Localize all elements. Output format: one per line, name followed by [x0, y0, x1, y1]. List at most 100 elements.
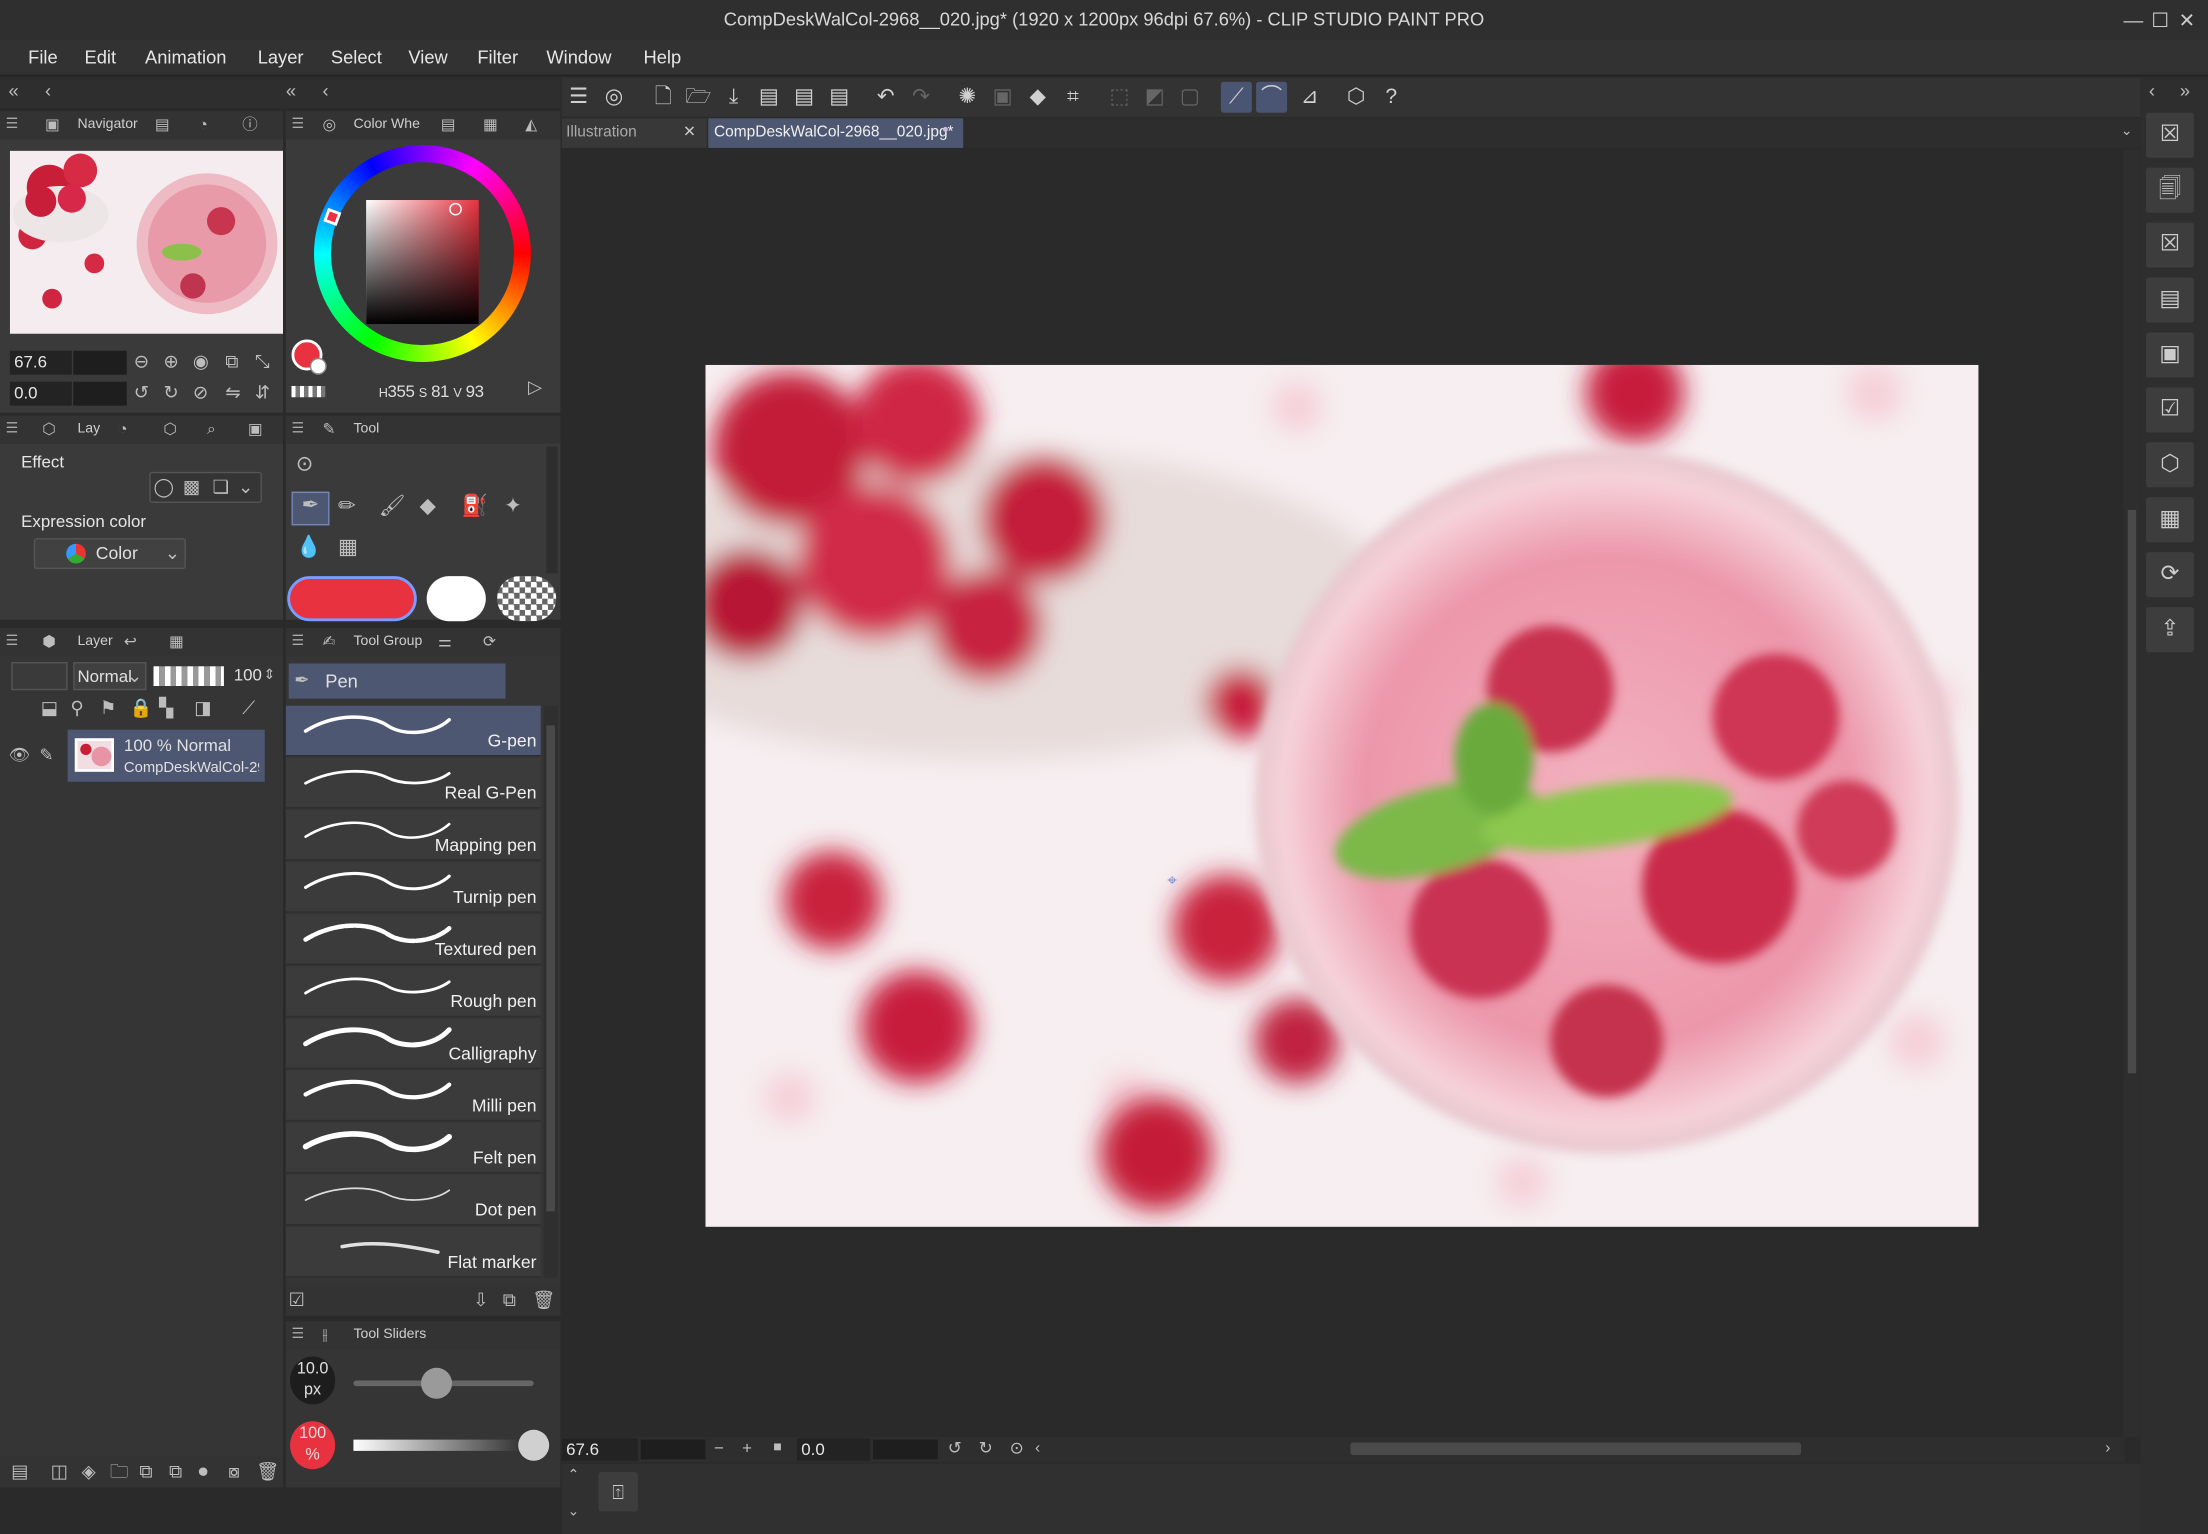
navigator-zoom-field[interactable]: 67.6 — [9, 350, 72, 375]
canvas-image[interactable] — [705, 364, 1979, 1227]
scroll-left-icon[interactable]: ‹ — [1035, 1435, 1040, 1460]
search-tab-icon[interactable]: ◔ — [199, 113, 208, 138]
sub-color-swatch[interactable] — [309, 357, 327, 375]
panel-menu-icon[interactable]: ☰ — [6, 628, 19, 656]
opacity-slider[interactable] — [153, 666, 224, 687]
panel-menu-icon[interactable]: ☰ — [6, 416, 19, 444]
merge-down-icon[interactable]: ⧉ — [139, 1459, 152, 1484]
layer-row-selected[interactable]: 100 % Normal CompDeskWalCol-296 — [67, 729, 265, 782]
pen-tool-button[interactable]: ✒ — [291, 491, 330, 526]
menu-select[interactable]: Select — [331, 46, 382, 67]
menu-window[interactable]: Window — [546, 46, 611, 67]
export-psd-icon[interactable]: ▤ — [824, 82, 855, 113]
fill-icon[interactable]: ◆ — [1022, 82, 1053, 113]
color-set-tab-icon[interactable]: ▦ — [483, 113, 498, 138]
brush-opacity-handle[interactable] — [518, 1429, 550, 1461]
clear-icon[interactable]: ▣ — [987, 82, 1018, 113]
color-wheel-tab[interactable]: Color Whe — [353, 111, 420, 139]
animation-timeline-tab-icon[interactable]: ↩ — [124, 630, 137, 655]
transparent-color-pill[interactable] — [497, 576, 557, 622]
export-icon[interactable]: ▣ — [2146, 332, 2194, 378]
sv-picker-handle[interactable] — [449, 202, 462, 216]
edit-layer-icon[interactable]: ✎ — [39, 742, 53, 767]
minimize-icon[interactable]: — — [2119, 6, 2147, 34]
actual-pixels-icon[interactable]: ■ — [773, 1435, 782, 1460]
tool-scrollbar[interactable] — [546, 446, 558, 574]
undo-icon[interactable]: ↶ — [870, 82, 901, 113]
snap-special-ruler-icon[interactable]: ⌒ — [1256, 81, 1288, 113]
selection-icon[interactable]: ▢ — [1174, 82, 1205, 113]
combine-icon[interactable]: ⧉ — [169, 1459, 182, 1484]
new-raster-layer-icon[interactable]: ◫ — [51, 1459, 68, 1484]
saturation-value-square[interactable] — [366, 200, 479, 324]
chevron-left-icon[interactable]: ‹ — [45, 79, 51, 104]
collapse-left-icon-2[interactable]: « — [286, 79, 296, 104]
brush-real-g-pen[interactable]: Real G-Pen — [285, 757, 541, 809]
tab-illustration[interactable]: Illustration ✕ — [561, 118, 707, 148]
brush-size-tab-icon[interactable]: ⟳ — [483, 630, 496, 655]
rotate-left-icon[interactable]: ↺ — [948, 1435, 962, 1460]
search-layer-tab-icon[interactable]: ⌕ — [207, 417, 216, 442]
export-png-icon[interactable]: ▤ — [789, 82, 820, 113]
ruler-icon[interactable]: ⟋ — [242, 696, 255, 721]
material-tab-icon[interactable]: ⬡ — [163, 417, 177, 442]
panel-menu-icon[interactable]: ☰ — [291, 1321, 304, 1349]
effect-dropdown-icon[interactable]: ⌄ — [238, 475, 253, 500]
menu-filter[interactable]: Filter — [477, 46, 518, 67]
layer-menu-icon[interactable]: ▤ — [11, 1459, 28, 1484]
layer-visibility[interactable]: 👁 — [8, 730, 33, 781]
status-zoom-field[interactable]: 67.6 — [561, 1438, 638, 1461]
figure-tool-icon[interactable]: ▦ — [338, 535, 358, 560]
reset-rotation-icon[interactable]: ⊘ — [193, 380, 208, 405]
airbrush-tool-icon[interactable]: ⛽ — [462, 494, 488, 519]
flip-vertical-icon[interactable]: ⇵ — [255, 380, 270, 405]
export-jpg-icon[interactable]: ▤ — [753, 82, 784, 113]
reference-layer-icon[interactable]: ⚲ — [70, 696, 83, 721]
info-tab-icon[interactable]: ⓘ — [242, 113, 257, 138]
blend-mode-select[interactable]: Normal ⌄ — [73, 662, 147, 691]
rotate-left-icon[interactable]: ↺ — [134, 380, 149, 405]
opacity-value[interactable]: 100 — [234, 665, 262, 685]
canvas-vertical-scrollbar[interactable] — [2123, 149, 2141, 1437]
brush-mapping-pen[interactable]: Mapping pen — [285, 809, 541, 861]
save-icon[interactable]: ⤓ — [718, 82, 749, 113]
chevron-left-icon[interactable]: ‹ — [2149, 79, 2155, 104]
reset-rotation-icon[interactable]: ⊙ — [1010, 1435, 1024, 1460]
panel-menu-icon[interactable]: ☰ — [6, 111, 19, 139]
collapse-left-icon[interactable]: « — [8, 79, 18, 104]
brush-textured-pen[interactable]: Textured pen — [285, 914, 541, 965]
timeline-toggle-icon[interactable]: ⍐ — [598, 1472, 638, 1512]
opacity-spinner-icon[interactable]: ⇕ — [263, 663, 275, 688]
lock-transparency-icon[interactable]: ▚ — [159, 696, 173, 721]
expand-up-icon[interactable]: ⌃ — [567, 1464, 579, 1489]
panel-menu-icon[interactable]: ☰ — [291, 111, 304, 139]
brush-tool-icon[interactable]: 🖌 — [379, 494, 406, 519]
layer-search-tab-icon[interactable]: ▦ — [169, 630, 184, 655]
menu-file[interactable]: File — [28, 46, 58, 67]
delete-sub-tool-icon[interactable]: 🗑 — [532, 1287, 555, 1312]
delete-layer-icon[interactable]: 🗑 — [256, 1459, 279, 1484]
duplicate-sub-tool-icon[interactable]: ⧉ — [503, 1287, 516, 1312]
actual-size-icon[interactable]: ◉ — [193, 349, 209, 374]
brush-g-pen[interactable]: G-pen — [285, 705, 541, 757]
brush-milli-pen[interactable]: Milli pen — [285, 1070, 541, 1122]
close-panel-icon[interactable]: ☒ — [2146, 112, 2194, 158]
menu-edit[interactable]: Edit — [84, 46, 116, 67]
menu-layer[interactable]: Layer — [258, 46, 304, 67]
eye-icon[interactable]: 👁 — [8, 742, 29, 767]
chevron-left-icon-2[interactable]: ‹ — [322, 79, 328, 104]
layer-property-tab[interactable]: Lay — [77, 416, 100, 444]
tab-close-icon[interactable]: ✕ — [683, 123, 696, 141]
extract-line-icon[interactable]: ❏ — [213, 475, 229, 500]
sync-icon[interactable]: ⟳ — [2146, 552, 2194, 598]
expand-down-icon[interactable]: ⌄ — [567, 1500, 579, 1525]
layer-tab[interactable]: Layer — [77, 628, 112, 656]
mask-icon[interactable]: ◨ — [194, 696, 211, 721]
zoom-out-icon[interactable]: ⊖ — [134, 349, 149, 374]
lock-icon[interactable]: 🔒 — [130, 696, 153, 721]
navigator-angle-field[interactable]: 0.0 — [9, 381, 72, 406]
panel-menu-icon[interactable]: ☰ — [291, 628, 304, 656]
canvas-horizontal-scrollbar[interactable] — [1350, 1442, 1802, 1456]
zoom-in-icon[interactable]: + — [742, 1435, 752, 1460]
fit-to-screen-icon[interactable]: ⧉ — [225, 349, 238, 374]
